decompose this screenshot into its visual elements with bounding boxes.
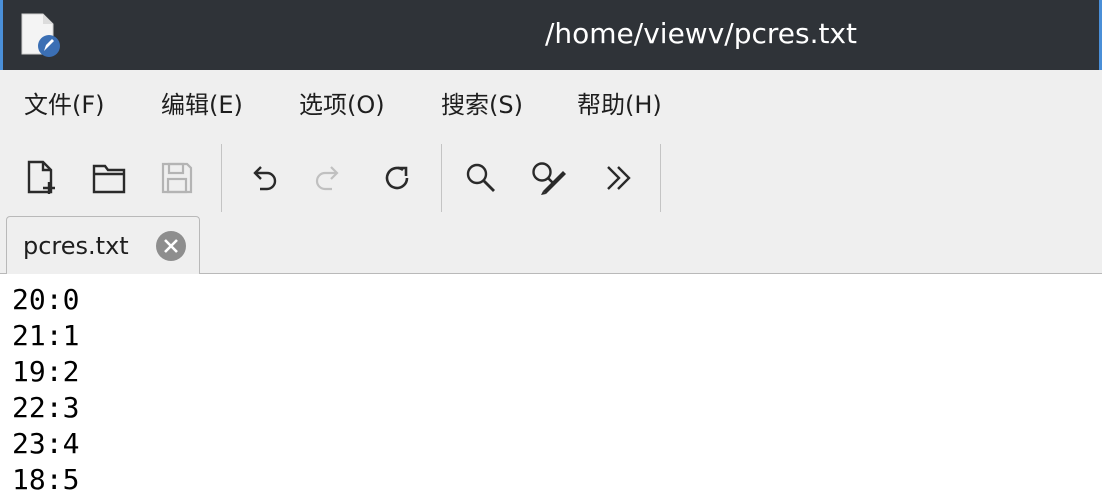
menu-options[interactable]: 选项(O): [299, 88, 385, 122]
more-tools-button[interactable]: [596, 150, 642, 206]
toolbar-separator: [221, 144, 222, 212]
editor-line: 20:0: [12, 283, 80, 316]
reload-icon: [385, 166, 409, 190]
toolbar-separator: [660, 144, 661, 212]
new-file-button[interactable]: [18, 150, 64, 206]
close-icon[interactable]: [155, 230, 187, 262]
editor-line: 18:5: [12, 463, 80, 496]
redo-icon: [315, 166, 339, 191]
editor-line: 23:4: [12, 427, 80, 460]
editor-line: 21:1: [12, 319, 80, 352]
reload-button[interactable]: [374, 150, 420, 206]
undo-button[interactable]: [240, 150, 286, 206]
text-editor-area[interactable]: 20:0 21:1 19:2 22:3 23:4 18:5: [0, 274, 1102, 502]
undo-icon: [253, 166, 277, 191]
menu-help[interactable]: 帮助(H): [577, 88, 662, 122]
tab-bar: pcres.txt: [0, 216, 1102, 274]
more-icon: [607, 166, 631, 190]
open-file-button[interactable]: [86, 150, 132, 206]
title-bar[interactable]: /home/viewv/pcres.txt: [0, 0, 1102, 70]
search-button[interactable]: [458, 150, 504, 206]
tab-label: pcres.txt: [23, 232, 129, 260]
editor-line: 22:3: [12, 391, 80, 424]
save-icon: [161, 162, 193, 194]
toolbar-separator: [441, 144, 442, 212]
menu-edit[interactable]: 编辑(E): [161, 88, 243, 122]
menu-bar: 文件(F) 编辑(E) 选项(O) 搜索(S) 帮助(H): [0, 70, 1102, 140]
new-file-icon: [27, 160, 55, 194]
search-icon: [466, 163, 495, 192]
redo-button[interactable]: [306, 150, 352, 206]
window-title: /home/viewv/pcres.txt: [544, 17, 858, 50]
tab-pcres-txt[interactable]: pcres.txt: [6, 216, 200, 274]
search-replace-button[interactable]: [526, 150, 572, 206]
menu-file[interactable]: 文件(F): [24, 88, 105, 122]
editor-content: 20:0 21:1 19:2 22:3 23:4 18:5: [12, 282, 79, 498]
save-button[interactable]: [154, 150, 200, 206]
toolbar: [0, 140, 1102, 216]
open-folder-icon: [92, 164, 126, 194]
menu-search[interactable]: 搜索(S): [441, 88, 523, 122]
search-replace-icon: [532, 162, 566, 195]
editor-line: 19:2: [12, 355, 80, 388]
